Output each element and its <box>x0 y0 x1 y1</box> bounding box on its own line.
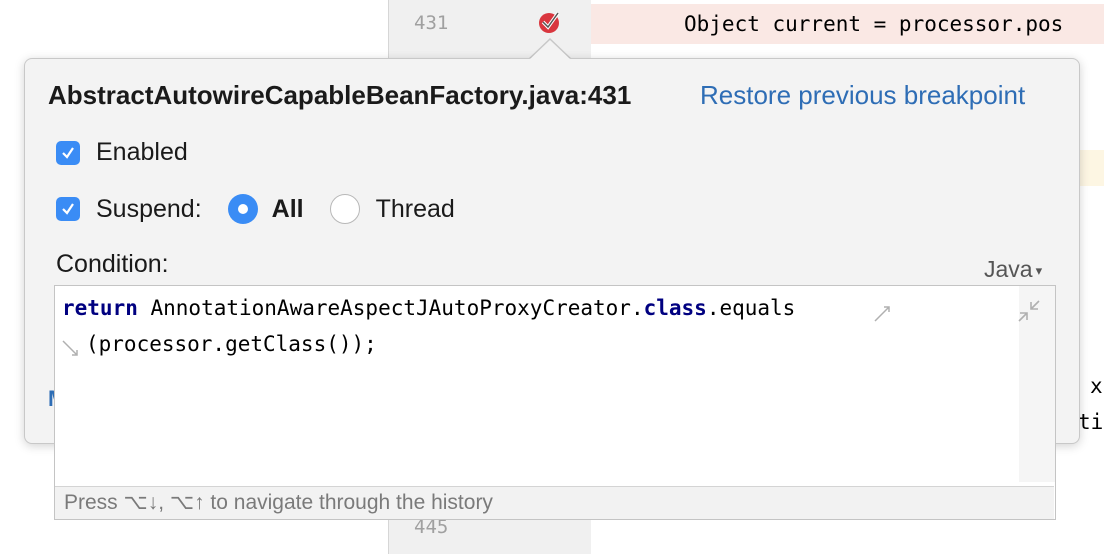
soft-wrap-icon <box>874 306 890 322</box>
code-fragment: xi <box>1090 374 1104 398</box>
code-fragment: ti <box>1078 410 1104 434</box>
suspend-all-radio[interactable] <box>227 194 258 224</box>
condition-line-2: (processor.getClass()); <box>86 332 377 356</box>
keyword-return: return <box>62 296 138 320</box>
suspend-all-label[interactable]: All <box>272 195 304 224</box>
condition-text: AnnotationAwareAspectJAutoProxyCreator. <box>137 296 644 320</box>
enabled-row: Enabled <box>56 138 188 167</box>
check-icon <box>62 203 74 215</box>
enabled-label[interactable]: Enabled <box>96 138 188 167</box>
condition-editor[interactable] <box>54 285 1056 520</box>
popup-title: AbstractAutowireCapableBeanFactory.java:… <box>48 80 632 110</box>
current-line-highlight <box>1080 150 1104 186</box>
language-dropdown[interactable]: Java ▾ <box>984 256 1042 283</box>
check-icon <box>62 146 74 159</box>
breakpoint-check-icon[interactable] <box>536 8 564 36</box>
suspend-label[interactable]: Suspend: <box>96 195 202 224</box>
restore-breakpoint-link[interactable]: Restore previous breakpoint <box>700 80 1025 111</box>
condition-line-1: return AnnotationAwareAspectJAutoProxyCr… <box>62 296 795 320</box>
keyword-class: class <box>643 296 707 320</box>
popup-pointer-inner <box>530 40 570 59</box>
collapse-icon[interactable] <box>1016 298 1042 324</box>
language-value: Java <box>984 256 1033 282</box>
suspend-thread-label[interactable]: Thread <box>376 195 455 224</box>
suspend-thread-radio[interactable] <box>329 194 360 224</box>
history-hint: Press ⌥↓, ⌥↑ to navigate through the his… <box>64 491 493 514</box>
caret-down-icon: ▾ <box>1035 262 1043 278</box>
soft-wrap-continuation-icon <box>62 340 78 356</box>
suspend-row: Suspend: All Thread <box>56 194 455 224</box>
code-line: Object current = processor.pos <box>684 12 1064 36</box>
line-number: 431 <box>414 12 449 34</box>
condition-label: Condition: <box>56 250 169 278</box>
suspend-checkbox[interactable] <box>56 197 80 221</box>
condition-text: .equals <box>706 296 796 320</box>
enabled-checkbox[interactable] <box>56 140 80 165</box>
